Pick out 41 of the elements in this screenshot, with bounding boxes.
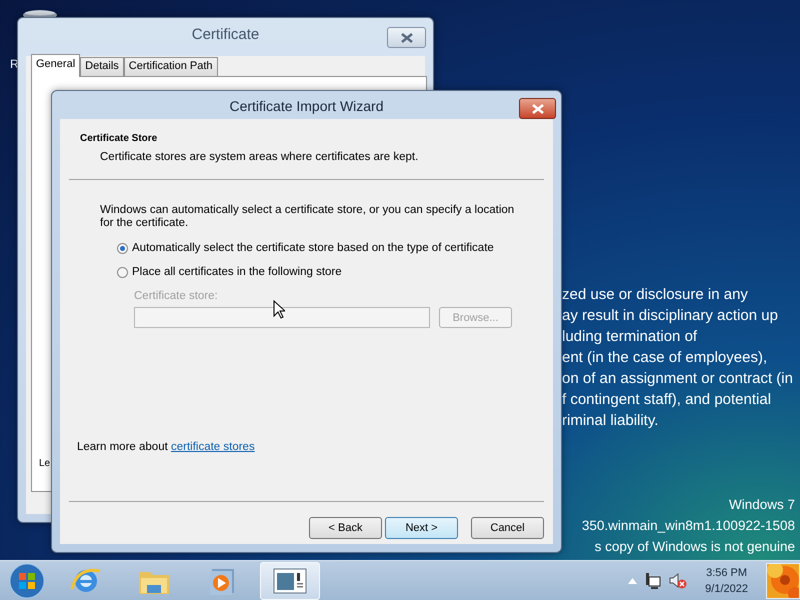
notice-text: ay result in disciplinary action up xyxy=(562,306,779,326)
notice-text: riminal liability. xyxy=(562,411,660,431)
taskbar-button[interactable] xyxy=(260,562,320,600)
radio-button[interactable] xyxy=(117,266,128,278)
option-label[interactable]: Automatically select the certificate store based on the type of certificate xyxy=(132,242,494,254)
notice-text: f contingent staff), and potential xyxy=(562,390,772,410)
tab[interactable]: Details xyxy=(80,57,124,76)
link[interactable]: certificate stores xyxy=(170,441,255,453)
field-label: Certificate store: xyxy=(134,290,218,302)
notice-text: ent (in the case of employees), xyxy=(562,348,768,368)
clock-time[interactable]: 3:56 PM xyxy=(706,564,748,580)
close-icon xyxy=(400,32,412,42)
build-text: 350.winmain_win8m1.100922-1508 xyxy=(582,517,795,535)
network-icon[interactable] xyxy=(645,572,662,588)
close-button[interactable] xyxy=(519,98,556,119)
volume-muted-icon[interactable] xyxy=(669,572,688,588)
page-heading: Certificate Store xyxy=(80,133,158,144)
window-icon xyxy=(273,568,307,594)
tab[interactable]: General xyxy=(31,54,80,77)
description-text: Windows can automatically select a certificate store, or you can specify a location for the certificate. xyxy=(100,204,516,230)
option-label[interactable]: Place all certificates in the following store xyxy=(132,266,342,278)
radio-button[interactable] xyxy=(117,242,128,254)
window-title: Certificate xyxy=(190,26,260,43)
learn-more-text: Learn more about certificate stores xyxy=(77,441,255,453)
notice-text: zed use or disclosure in any xyxy=(562,285,749,305)
close-icon xyxy=(532,104,544,114)
notice-text: luding termination of xyxy=(562,327,698,347)
window-title: Certificate Import Wizard xyxy=(228,98,385,114)
panel-text: Le xyxy=(39,458,50,469)
tab[interactable]: Certification Path xyxy=(124,57,218,76)
store-field[interactable] xyxy=(134,307,430,328)
wizard-button[interactable]: Cancel xyxy=(471,517,544,539)
notice-text: on of an assignment or contract (in xyxy=(562,369,793,389)
wizard-button[interactable]: < Back xyxy=(309,517,382,539)
page-subheading: Certificate stores are system areas where certificates are kept. xyxy=(100,151,418,163)
close-button[interactable] xyxy=(387,27,426,48)
clock-date[interactable]: 9/1/2022 xyxy=(705,580,748,596)
cursor-icon xyxy=(273,300,285,319)
build-text: s copy of Windows is not genuine xyxy=(594,538,795,556)
build-text: Windows 7 xyxy=(728,496,795,514)
wizard-button[interactable]: Next > xyxy=(385,517,458,539)
